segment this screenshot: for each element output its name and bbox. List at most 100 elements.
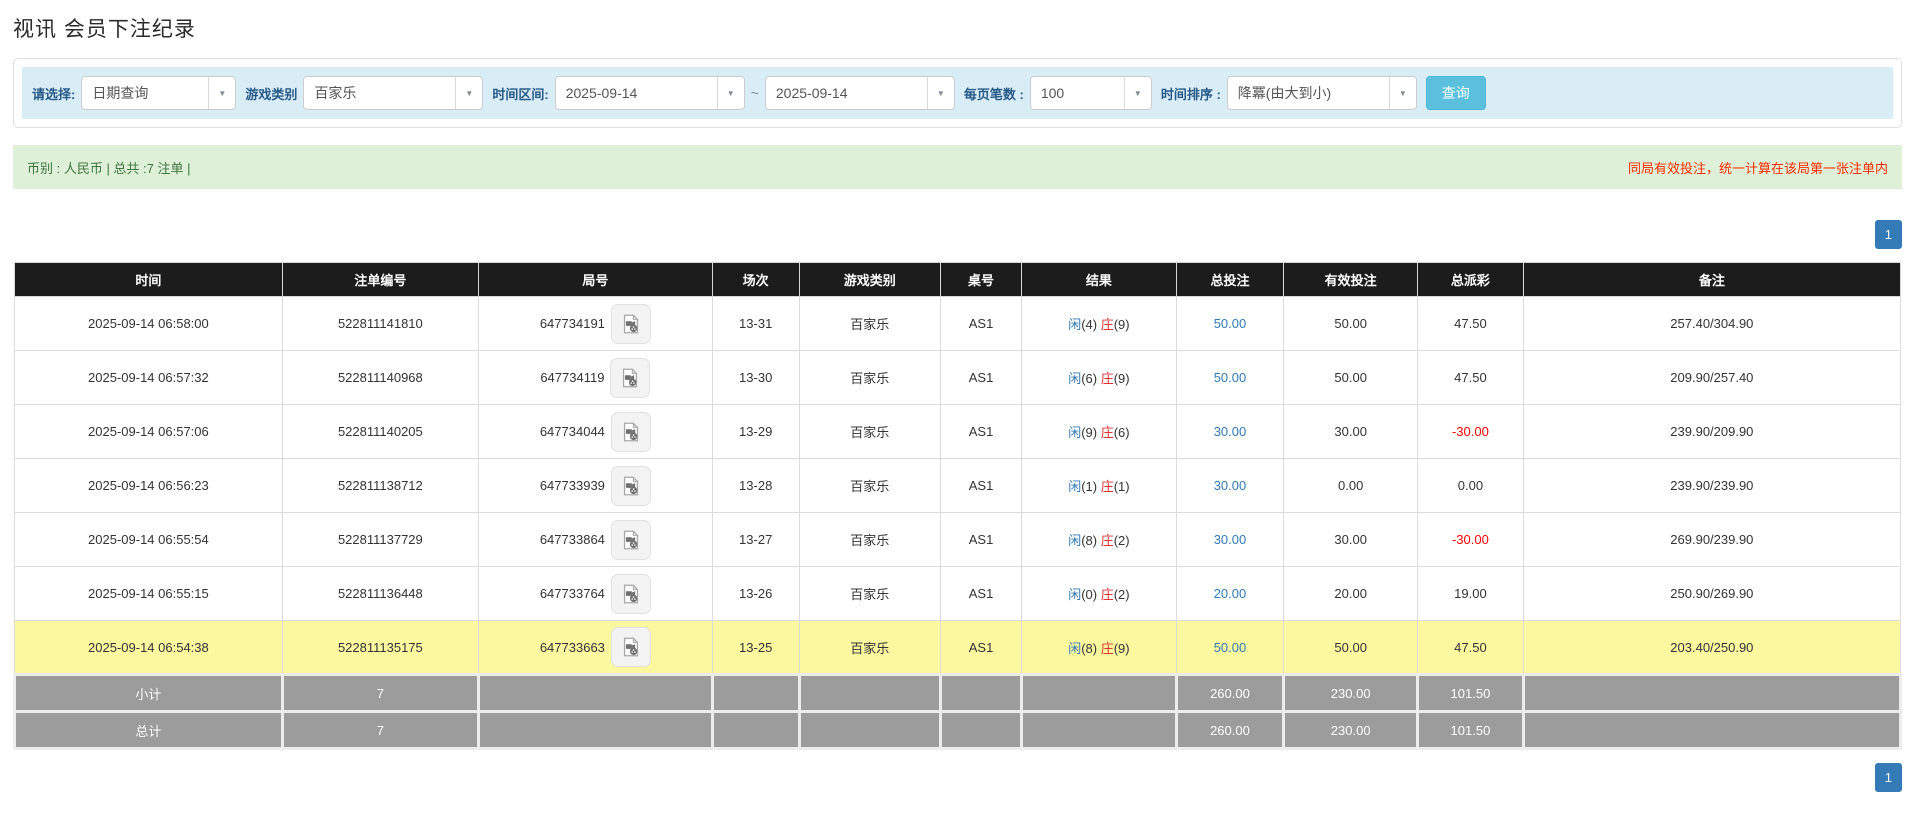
table-row[interactable]: 2025-09-14 06:54:38 522811135175 6477336… — [14, 620, 1902, 675]
page-button-1[interactable]: 1 — [1874, 220, 1902, 249]
table-row[interactable]: 2025-09-14 06:55:54 522811137729 6477338… — [14, 512, 1902, 567]
total-bet-link[interactable]: 50.00 — [1214, 640, 1247, 655]
cell-payout: 19.00 — [1417, 566, 1524, 621]
cell-round-id: 647733663 — [477, 620, 713, 675]
cell-total-bet: 50.00 — [1175, 620, 1285, 675]
video-icon — [623, 637, 639, 657]
range-separator: ~ — [750, 85, 759, 101]
subtotal-row: 小计 7 260.00 230.00 101.50 — [13, 673, 1903, 713]
video-icon — [623, 583, 639, 603]
mode-label: 请选择: — [32, 86, 76, 102]
chevron-down-icon: ▼ — [208, 77, 235, 109]
page-title: 视讯 会员下注纪录 — [13, 18, 196, 41]
subtotal-total-bet: 260.00 — [1174, 673, 1286, 713]
total-payout: 101.50 — [1416, 710, 1525, 750]
cell-remark: 203.40/250.90 — [1522, 620, 1902, 675]
cell-time: 2025-09-14 06:57:06 — [14, 404, 283, 459]
video-replay-button[interactable] — [610, 411, 651, 452]
cell-round-id: 647733939 — [477, 458, 713, 513]
cell-time: 2025-09-14 06:54:38 — [14, 620, 283, 675]
cell-game-type: 百家乐 — [798, 404, 941, 459]
total-bet-link[interactable]: 50.00 — [1214, 316, 1247, 331]
game-type-select[interactable]: 百家乐 ▼ — [303, 76, 484, 110]
search-button[interactable]: 查询 — [1425, 76, 1486, 110]
header-time: 时间 — [14, 262, 283, 297]
cell-total-bet: 30.00 — [1175, 512, 1285, 567]
summary-currency-count: 币别 : 人民币 | 总共 :7 注单 | — [27, 160, 191, 176]
cell-total-bet: 30.00 — [1175, 404, 1285, 459]
table-header-row: 时间 注单编号 局号 场次 游戏类别 桌号 结果 总投注 有效投注 总派彩 备注 — [14, 262, 1902, 297]
date-to-select[interactable]: 2025-09-14 ▼ — [764, 76, 955, 110]
cell-bet-id: 522811136448 — [281, 566, 479, 621]
page-button-1[interactable]: 1 — [1874, 763, 1902, 792]
table-row[interactable]: 2025-09-14 06:58:00 522811141810 6477341… — [14, 296, 1902, 351]
table-row[interactable]: 2025-09-14 06:57:06 522811140205 6477340… — [14, 404, 1902, 459]
header-game-type: 游戏类别 — [798, 262, 941, 297]
cell-valid-bet: 50.00 — [1283, 296, 1419, 351]
cell-bet-id: 522811135175 — [281, 620, 479, 675]
cell-remark: 250.90/269.90 — [1522, 566, 1902, 621]
mode-select-value: 日期查询 — [92, 85, 149, 101]
total-bet-link[interactable]: 30.00 — [1214, 532, 1247, 547]
total-bet-link[interactable]: 30.00 — [1214, 478, 1247, 493]
cell-session: 13-31 — [711, 296, 800, 351]
bet-records-table: 时间 注单编号 局号 场次 游戏类别 桌号 结果 总投注 有效投注 总派彩 备注… — [13, 262, 1903, 750]
total-row: 总计 7 260.00 230.00 101.50 — [13, 710, 1903, 750]
time-sort-select[interactable]: 降冪(由大到小) ▼ — [1226, 76, 1417, 110]
cell-session: 13-30 — [711, 350, 800, 405]
video-replay-button[interactable] — [610, 627, 651, 667]
table-row[interactable]: 2025-09-14 06:57:32 522811140968 6477341… — [14, 350, 1902, 405]
filter-panel: 请选择: 日期查询 ▼ 游戏类别 百家乐 ▼ 时间区间: 2025-09-14 … — [13, 58, 1902, 128]
cell-game-type: 百家乐 — [798, 512, 941, 567]
cell-session: 13-29 — [711, 404, 800, 459]
page-size-select[interactable]: 100 ▼ — [1029, 76, 1152, 110]
table-row[interactable]: 2025-09-14 06:56:23 522811138712 6477339… — [14, 458, 1902, 513]
date-from-value: 2025-09-14 — [565, 85, 638, 101]
cell-session: 13-25 — [711, 620, 800, 675]
video-replay-button[interactable] — [610, 465, 651, 506]
table-row[interactable]: 2025-09-14 06:55:15 522811136448 6477337… — [14, 566, 1902, 621]
cell-remark: 257.40/304.90 — [1522, 296, 1902, 351]
video-replay-button[interactable] — [610, 573, 651, 614]
total-bet-link[interactable]: 50.00 — [1214, 370, 1247, 385]
total-bet-link[interactable]: 20.00 — [1214, 586, 1247, 601]
total-valid-bet: 230.00 — [1282, 710, 1420, 750]
video-icon — [623, 421, 639, 441]
cell-valid-bet: 30.00 — [1283, 512, 1419, 567]
header-session: 场次 — [711, 262, 800, 297]
mode-select[interactable]: 日期查询 ▼ — [81, 76, 237, 110]
filter-bar: 请选择: 日期查询 ▼ 游戏类别 百家乐 ▼ 时间区间: 2025-09-14 … — [22, 67, 1893, 119]
cell-remark: 269.90/239.90 — [1522, 512, 1902, 567]
cell-time: 2025-09-14 06:57:32 — [14, 350, 283, 405]
video-icon — [623, 475, 639, 495]
chevron-down-icon: ▼ — [716, 77, 744, 109]
time-range-label: 时间区间: — [492, 86, 549, 102]
game-type-label: 游戏类别 — [245, 86, 298, 102]
cell-table-no: AS1 — [939, 296, 1023, 351]
summary-bar: 币别 : 人民币 | 总共 :7 注单 | 同局有效投注，统一计算在该局第一张注… — [13, 145, 1902, 189]
header-bet-id: 注单编号 — [281, 262, 479, 297]
date-from-select[interactable]: 2025-09-14 ▼ — [554, 76, 745, 110]
video-replay-button[interactable] — [610, 357, 651, 398]
video-replay-button[interactable] — [610, 303, 651, 344]
cell-result: 闲(6) 庄(9) — [1021, 350, 1177, 405]
total-bet-link[interactable]: 30.00 — [1214, 424, 1247, 439]
cell-valid-bet: 50.00 — [1283, 350, 1419, 405]
total-count: 7 — [280, 710, 480, 750]
header-table-no: 桌号 — [939, 262, 1023, 297]
cell-game-type: 百家乐 — [798, 296, 941, 351]
total-label: 总计 — [13, 710, 284, 750]
cell-table-no: AS1 — [939, 458, 1023, 513]
cell-table-no: AS1 — [939, 404, 1023, 459]
cell-valid-bet: 30.00 — [1283, 404, 1419, 459]
cell-payout: 47.50 — [1417, 296, 1524, 351]
cell-table-no: AS1 — [939, 620, 1023, 675]
date-to-value: 2025-09-14 — [775, 85, 848, 101]
pagination-bottom: 1 — [13, 763, 1902, 792]
header-total-bet: 总投注 — [1175, 262, 1285, 297]
cell-bet-id: 522811137729 — [281, 512, 479, 567]
cell-bet-id: 522811140968 — [281, 350, 479, 405]
video-replay-button[interactable] — [610, 519, 651, 560]
cell-result: 闲(8) 庄(2) — [1021, 512, 1177, 567]
cell-payout: 47.50 — [1417, 620, 1524, 675]
